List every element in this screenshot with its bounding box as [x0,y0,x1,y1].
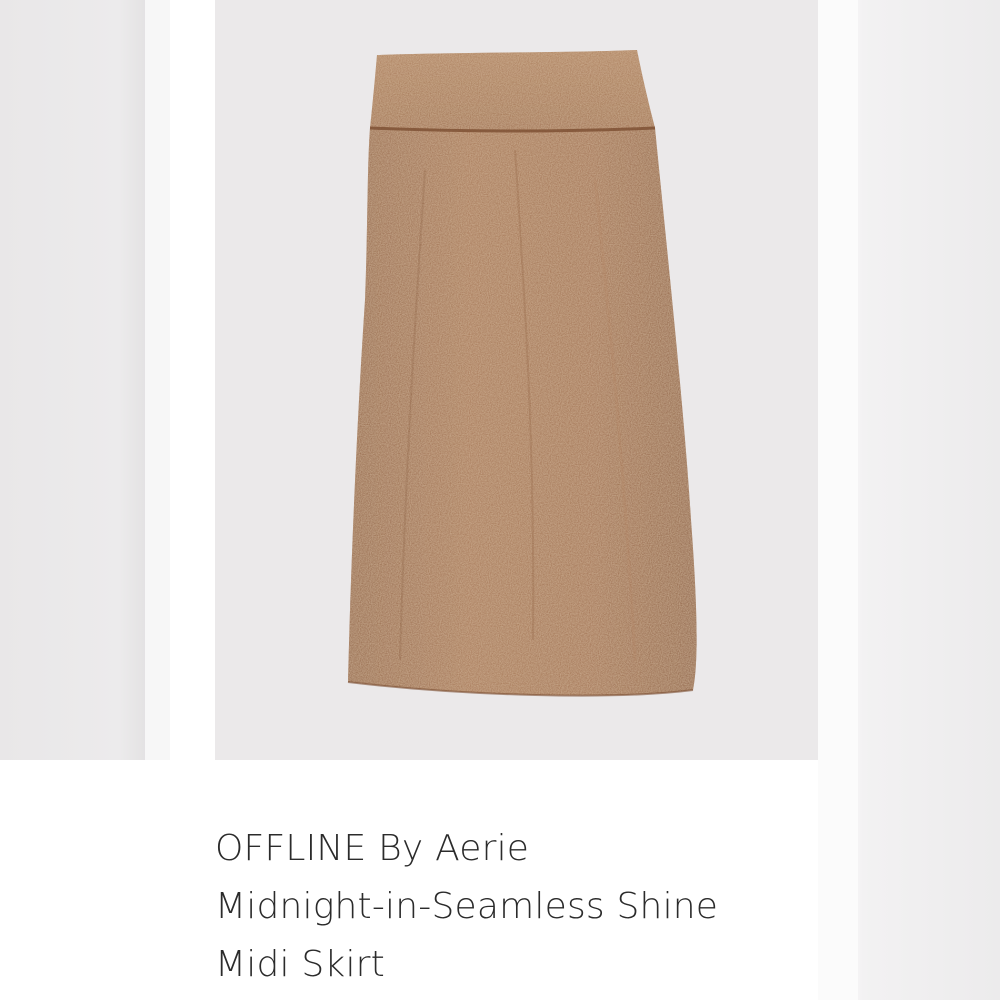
listing-page: OFFLINE By Aerie Midnight-in-Seamless Sh… [0,0,1000,1000]
product-photo[interactable] [215,0,818,760]
skirt-illustration [347,50,697,697]
skirt-body [348,128,697,696]
product-title: OFFLINE By Aerie Midnight-in-Seamless Sh… [215,820,815,994]
product-title-line-1: OFFLINE By Aerie [215,828,530,869]
product-title-line-3: Midi Skirt [215,944,385,985]
product-title-line-2: Midnight-in-Seamless Shine [215,886,719,927]
skirt-waistband [370,50,655,132]
carousel-gap-left [145,0,170,760]
carousel-gap-right [818,0,858,1000]
